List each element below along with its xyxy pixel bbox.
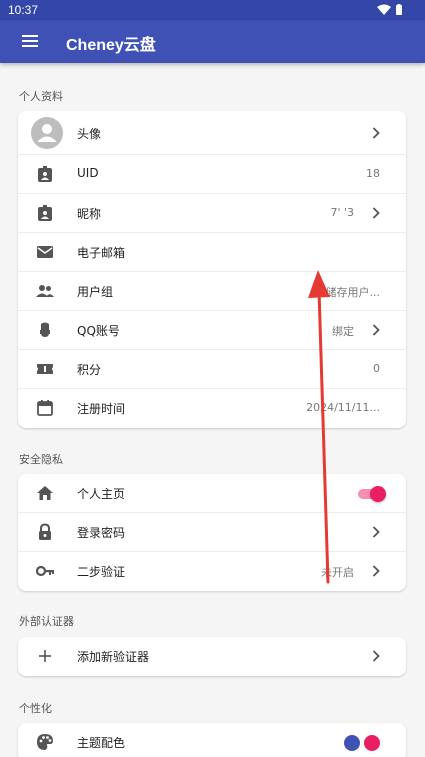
security-card: 个人主页 登录密码 二步验证 未开启: [18, 474, 406, 591]
chevron-right-icon: [372, 565, 380, 577]
qq-icon: [40, 322, 50, 337]
row-label: QQ账号: [77, 324, 120, 338]
row-register-time: 注册时间 2024/11/11...: [18, 389, 406, 428]
row-email[interactable]: 电子邮箱: [18, 233, 406, 272]
row-uid: UID 18: [18, 155, 406, 194]
row-label: UID: [77, 166, 99, 180]
row-password[interactable]: 登录密码: [18, 513, 406, 552]
row-label: 主题配色: [77, 736, 126, 750]
row-avatar[interactable]: 头像: [18, 111, 406, 155]
plus-icon: [39, 650, 51, 662]
authenticator-card: 添加新验证器: [18, 637, 406, 676]
personalize-card: 主题配色: [18, 723, 406, 757]
section-title-profile: 个人资料: [19, 90, 63, 103]
section-title-security: 安全隐私: [19, 453, 63, 466]
avatar-placeholder-icon: [31, 117, 63, 149]
row-usergroup: 用户组 Oi 储存用户...: [18, 272, 406, 311]
key-icon: [36, 565, 54, 577]
row-label: 积分: [77, 363, 102, 377]
row-label: 二步验证: [77, 565, 126, 579]
row-qq[interactable]: QQ账号 绑定: [18, 311, 406, 350]
row-nickname[interactable]: 昵称 7' '3: [18, 194, 406, 233]
badge-icon: [38, 205, 52, 221]
register-time-value: 2024/11/11...: [306, 401, 380, 414]
chevron-right-icon: [372, 324, 380, 336]
ticket-icon: [37, 364, 53, 374]
homepage-toggle[interactable]: [356, 486, 386, 502]
menu-icon[interactable]: [22, 33, 40, 49]
row-add-authenticator[interactable]: 添加新验证器: [18, 637, 406, 676]
home-icon: [37, 486, 53, 500]
chevron-right-icon: [372, 127, 380, 139]
qq-value: 绑定: [332, 325, 354, 338]
row-label: 个人主页: [77, 487, 126, 501]
row-homepage: 个人主页: [18, 474, 406, 513]
row-theme-color[interactable]: 主题配色: [18, 723, 406, 757]
toggle-knob: [370, 486, 386, 502]
app-title: Cheney云盘: [66, 37, 156, 54]
usergroup-value: Oi 储存用户...: [310, 286, 380, 299]
row-label: 电子邮箱: [77, 246, 126, 260]
calendar-icon: [37, 400, 53, 416]
theme-primary-swatch: [344, 735, 360, 751]
row-label: 注册时间: [77, 402, 126, 416]
nickname-value: 7' '3: [330, 206, 354, 219]
section-title-authenticator: 外部认证器: [19, 615, 74, 628]
group-icon: [36, 285, 54, 297]
chevron-right-icon: [372, 650, 380, 662]
profile-card: 头像 UID 18 昵称 7' '3 电子邮箱 用户组 Oi 储存用户... Q…: [18, 111, 406, 428]
row-label: 用户组: [77, 285, 114, 299]
row-two-factor[interactable]: 二步验证 未开启: [18, 552, 406, 591]
row-label: 昵称: [77, 207, 102, 221]
uid-value: 18: [366, 167, 380, 180]
mail-icon: [37, 246, 53, 258]
lock-icon: [39, 523, 51, 540]
palette-icon: [37, 734, 53, 750]
status-bar: 10:37: [0, 0, 425, 20]
theme-accent-swatch: [364, 735, 380, 751]
two-factor-status: 未开启: [321, 566, 354, 579]
chevron-right-icon: [372, 526, 380, 538]
row-label: 头像: [77, 127, 102, 141]
points-value: 0: [373, 362, 380, 375]
row-points: 积分 0: [18, 350, 406, 389]
row-label: 登录密码: [77, 526, 126, 540]
section-title-personalize: 个性化: [19, 702, 52, 715]
badge-icon: [38, 166, 52, 182]
chevron-right-icon: [372, 207, 380, 219]
app-bar: Cheney云盘: [0, 20, 425, 63]
status-time: 10:37: [8, 3, 39, 17]
wifi-battery-icon: [377, 4, 402, 15]
row-label: 添加新验证器: [77, 650, 150, 664]
